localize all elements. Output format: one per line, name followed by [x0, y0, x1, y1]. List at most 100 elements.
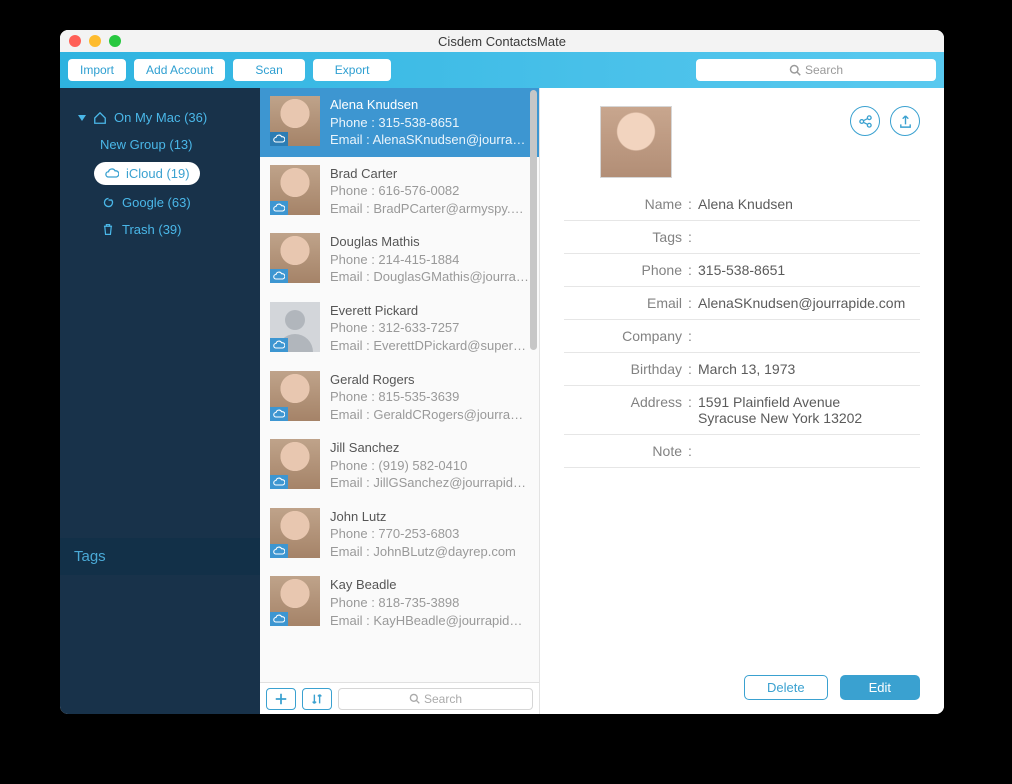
- avatar: [270, 302, 320, 352]
- field-value-birthday: March 13, 1973: [698, 361, 920, 377]
- scan-button[interactable]: Scan: [233, 59, 304, 81]
- field-label-address: Address: [564, 394, 682, 426]
- avatar: [270, 165, 320, 215]
- zoom-window-button[interactable]: [109, 35, 121, 47]
- field-label-note: Note: [564, 443, 682, 459]
- contact-email: Email : EverettDPickard@superrito....: [330, 337, 529, 355]
- sidebar-item-on-my-mac[interactable]: On My Mac (36): [72, 104, 248, 131]
- contact-list-item[interactable]: Everett PickardPhone : 312-633-7257Email…: [260, 294, 539, 363]
- home-icon: [92, 111, 108, 125]
- contact-list-item[interactable]: Douglas MathisPhone : 214-415-1884Email …: [260, 225, 539, 294]
- sidebar-item-icloud[interactable]: iCloud (19): [94, 162, 200, 185]
- search-icon: [409, 693, 420, 704]
- contact-list-item[interactable]: Jill SanchezPhone : (919) 582-0410Email …: [260, 431, 539, 500]
- contact-phone: Phone : 214-415-1884: [330, 251, 529, 269]
- search-input[interactable]: Search: [696, 59, 936, 81]
- avatar: [270, 576, 320, 626]
- cloud-icon: [104, 168, 120, 179]
- sidebar-item-new-group[interactable]: New Group (13): [94, 131, 248, 158]
- field-value-phone: 315-538-8651: [698, 262, 920, 278]
- add-account-button[interactable]: Add Account: [134, 59, 225, 81]
- contact-email: Email : GeraldCRogers@jourrapide....: [330, 406, 529, 424]
- contact-detail: Name:Alena Knudsen Tags: Phone:315-538-8…: [540, 88, 944, 714]
- google-icon: [100, 196, 116, 209]
- scrollbar[interactable]: [530, 90, 537, 350]
- contact-name: Everett Pickard: [330, 302, 529, 320]
- contact-name: Douglas Mathis: [330, 233, 529, 251]
- detail-fields: Name:Alena Knudsen Tags: Phone:315-538-8…: [540, 188, 944, 468]
- search-icon: [789, 64, 801, 76]
- field-value-name: Alena Knudsen: [698, 196, 920, 212]
- field-label-birthday: Birthday: [564, 361, 682, 377]
- contact-list-item[interactable]: Alena KnudsenPhone : 315-538-8651Email :…: [260, 88, 539, 157]
- export-contact-button[interactable]: [890, 106, 920, 136]
- contact-email: Email : JohnBLutz@dayrep.com: [330, 543, 529, 561]
- field-value-email: AlenaSKnudsen@jourrapide.com: [698, 295, 920, 311]
- close-window-button[interactable]: [69, 35, 81, 47]
- cloud-icon: [270, 475, 288, 489]
- field-value-tags: [698, 229, 920, 245]
- field-value-note: [698, 443, 920, 459]
- minimize-window-button[interactable]: [89, 35, 101, 47]
- sort-button[interactable]: [302, 688, 332, 710]
- contact-list-item[interactable]: Brad CarterPhone : 616-576-0082Email : B…: [260, 157, 539, 226]
- edit-button[interactable]: Edit: [840, 675, 920, 700]
- sidebar-item-trash[interactable]: Trash (39): [94, 216, 248, 243]
- avatar: [270, 439, 320, 489]
- contact-phone: Phone : 312-633-7257: [330, 319, 529, 337]
- avatar: [270, 96, 320, 146]
- cloud-icon: [270, 612, 288, 626]
- sidebar-item-google[interactable]: Google (63): [94, 189, 248, 216]
- contact-email: Email : KayHBeadle@jourrapide.com: [330, 612, 529, 630]
- sidebar-tags-header[interactable]: Tags: [60, 538, 260, 575]
- avatar: [600, 106, 672, 178]
- field-value-address: 1591 Plainfield AvenueSyracuse New York …: [698, 394, 920, 426]
- delete-button[interactable]: Delete: [744, 675, 828, 700]
- contact-list-item[interactable]: John LutzPhone : 770-253-6803Email : Joh…: [260, 500, 539, 569]
- contact-list-item[interactable]: Gerald RogersPhone : 815-535-3639Email :…: [260, 363, 539, 432]
- window-title: Cisdem ContactsMate: [438, 34, 566, 49]
- cloud-icon: [270, 132, 288, 146]
- share-button[interactable]: [850, 106, 880, 136]
- field-value-company: [698, 328, 920, 344]
- list-search-input[interactable]: Search: [338, 688, 533, 710]
- cloud-icon: [270, 544, 288, 558]
- import-button[interactable]: Import: [68, 59, 126, 81]
- contact-list-item[interactable]: Kay BeadlePhone : 818-735-3898Email : Ka…: [260, 568, 539, 637]
- contact-name: Kay Beadle: [330, 576, 529, 594]
- add-contact-button[interactable]: [266, 688, 296, 710]
- field-label-email: Email: [564, 295, 682, 311]
- avatar: [270, 233, 320, 283]
- contact-phone: Phone : 616-576-0082: [330, 182, 529, 200]
- cloud-icon: [270, 338, 288, 352]
- contact-phone: Phone : 315-538-8651: [330, 114, 529, 132]
- cloud-icon: [270, 407, 288, 421]
- cloud-icon: [270, 201, 288, 215]
- contact-phone: Phone : (919) 582-0410: [330, 457, 529, 475]
- cloud-icon: [270, 269, 288, 283]
- contact-email: Email : BradPCarter@armyspy.com: [330, 200, 529, 218]
- avatar: [270, 371, 320, 421]
- contact-phone: Phone : 818-735-3898: [330, 594, 529, 612]
- contact-email: Email : DouglasGMathis@jourrapid...: [330, 268, 529, 286]
- trash-icon: [100, 223, 116, 236]
- contact-name: Alena Knudsen: [330, 96, 529, 114]
- app-window: Cisdem ContactsMate Import Add Account S…: [60, 30, 944, 714]
- contact-email: Email : JillGSanchez@jourrapide.com: [330, 474, 529, 492]
- contact-phone: Phone : 815-535-3639: [330, 388, 529, 406]
- list-footer: Search: [260, 682, 539, 714]
- contact-name: John Lutz: [330, 508, 529, 526]
- field-label-name: Name: [564, 196, 682, 212]
- avatar: [270, 508, 320, 558]
- contact-list: Alena KnudsenPhone : 315-538-8651Email :…: [260, 88, 540, 714]
- export-button[interactable]: Export: [313, 59, 392, 81]
- titlebar: Cisdem ContactsMate: [60, 30, 944, 52]
- contact-phone: Phone : 770-253-6803: [330, 525, 529, 543]
- sidebar: On My Mac (36) New Group (13) iCloud (19…: [60, 88, 260, 714]
- toolbar: Import Add Account Scan Export Search: [60, 52, 944, 88]
- contact-name: Jill Sanchez: [330, 439, 529, 457]
- contact-name: Gerald Rogers: [330, 371, 529, 389]
- chevron-down-icon: [78, 115, 86, 121]
- contact-email: Email : AlenaSKnudsen@jourrapide..: [330, 131, 529, 149]
- field-label-phone: Phone: [564, 262, 682, 278]
